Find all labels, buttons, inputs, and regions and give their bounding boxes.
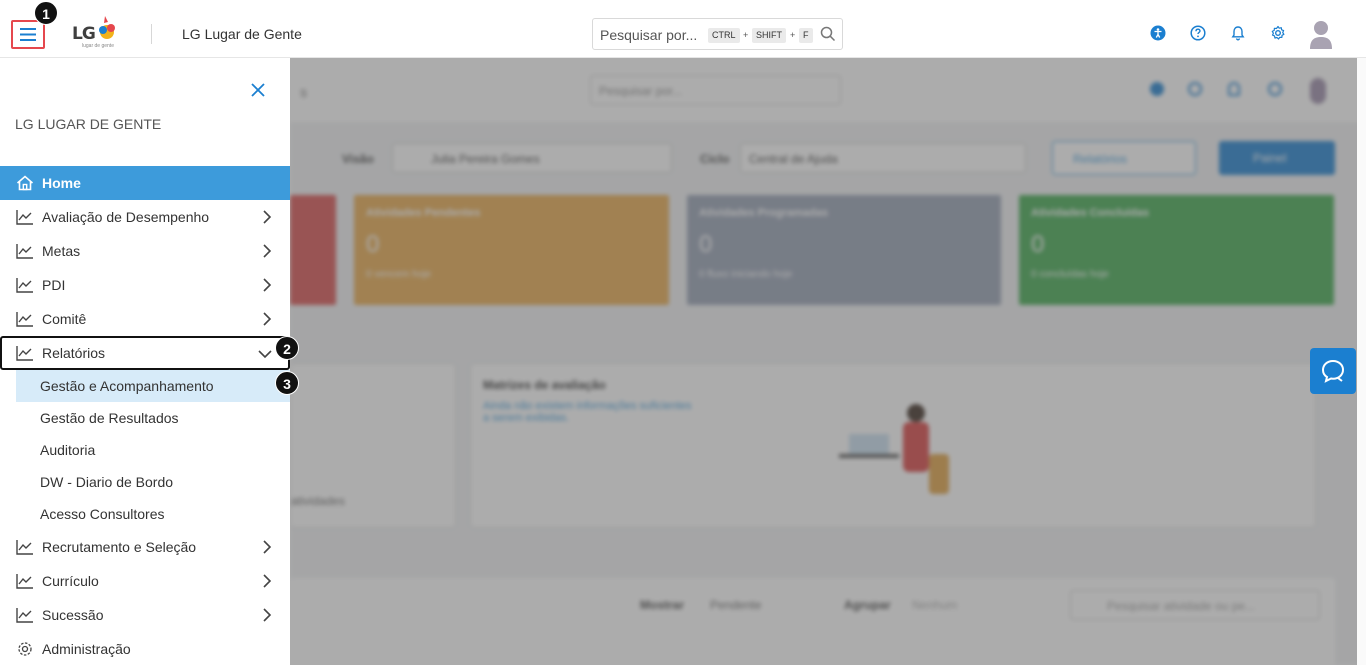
nav-item-label: Comitê: [42, 311, 87, 327]
chart-line-icon: [16, 608, 33, 623]
chat-button[interactable]: [1310, 348, 1356, 394]
subnav-item-acesso-consultores[interactable]: Acesso Consultores: [16, 498, 290, 530]
company-name: LG LUGAR DE GENTE: [15, 116, 162, 132]
subnav-item-label: Gestão de Resultados: [40, 410, 179, 426]
chart-line-icon: [16, 540, 33, 555]
chevron-right-icon: [263, 312, 272, 326]
nav-item-home[interactable]: Home: [0, 166, 290, 200]
subnav-item-gestao-de-resultados[interactable]: Gestão de Resultados: [16, 402, 290, 434]
annotation-badge-2: 2: [275, 336, 299, 360]
global-search[interactable]: Pesquisar por... CTRL + SHIFT + F: [592, 18, 843, 50]
nav-item-label: Recrutamento e Seleção: [42, 539, 197, 555]
hamburger-icon: [20, 28, 36, 41]
chat-icon: [1321, 359, 1345, 383]
chart-line-icon: [16, 574, 33, 589]
chevron-right-icon: [263, 574, 272, 588]
search-icon[interactable]: [820, 26, 836, 42]
nav-item-label: Administração: [42, 641, 131, 657]
subnav-item-dw-diario-de-bordo[interactable]: DW - Diario de Bordo: [16, 466, 290, 498]
page-scrollbar[interactable]: [1357, 0, 1366, 665]
nav-item-pdi[interactable]: PDI: [0, 268, 290, 302]
nav-item-label: PDI: [42, 277, 66, 293]
menu-toggle-button[interactable]: [11, 20, 45, 49]
help-icon[interactable]: [1190, 25, 1206, 41]
chevron-right-icon: [263, 244, 272, 258]
nav-item-recrutamento-e-selecao[interactable]: Recrutamento e Seleção: [0, 530, 290, 564]
chart-line-icon: [16, 346, 33, 361]
chart-line-icon: [16, 244, 33, 259]
kbd-shift: SHIFT: [752, 28, 786, 43]
nav-item-label: Metas: [42, 243, 81, 259]
kbd-plus: +: [790, 30, 796, 40]
nav-item-label: Relatórios: [42, 345, 106, 361]
logo-subtext: lugar de gente: [82, 43, 114, 49]
nav-item-avaliacao-de-desempenho[interactable]: Avaliação de Desempenho: [0, 200, 290, 234]
kbd-ctrl: CTRL: [708, 28, 740, 43]
nav-item-comite[interactable]: Comitê: [0, 302, 290, 336]
chart-line-icon: [16, 312, 33, 327]
kbd-f: F: [799, 28, 813, 43]
nav-item-label: Avaliação de Desempenho: [42, 209, 210, 225]
annotation-badge-1: 1: [34, 1, 58, 25]
logo-mark-icon: [99, 16, 115, 39]
header-divider: [151, 24, 152, 44]
nav-item-label: Home: [42, 175, 81, 191]
subnav-item-auditoria[interactable]: Auditoria: [16, 434, 290, 466]
chevron-right-icon: [263, 608, 272, 622]
nav-item-administracao[interactable]: Administração: [0, 632, 290, 665]
gear-icon[interactable]: [1270, 25, 1286, 41]
home-icon: [16, 175, 34, 191]
nav-item-metas[interactable]: Metas: [0, 234, 290, 268]
subnav-item-label: DW - Diario de Bordo: [40, 474, 174, 490]
kbd-plus: +: [743, 30, 749, 40]
modal-overlay[interactable]: [290, 58, 1366, 665]
gear-icon: [18, 642, 32, 656]
nav-item-sucessao[interactable]: Sucessão: [0, 598, 290, 632]
nav-item-curriculo[interactable]: Currículo: [0, 564, 290, 598]
app-title: LG Lugar de Gente: [182, 26, 302, 42]
close-icon[interactable]: [250, 82, 266, 98]
search-input[interactable]: Pesquisar por...: [600, 27, 697, 43]
user-avatar[interactable]: [1309, 19, 1333, 49]
chevron-right-icon: [263, 278, 272, 292]
bell-icon[interactable]: [1230, 25, 1246, 41]
nav-item-relatorios[interactable]: Relatórios: [0, 336, 290, 370]
subnav-item-label: Acesso Consultores: [40, 506, 165, 522]
nav-item-label: Currículo: [42, 573, 99, 589]
top-bar: LG lugar de gente LG Lugar de Gente Pesq…: [0, 0, 1366, 58]
accessibility-icon[interactable]: [1150, 25, 1166, 41]
chevron-right-icon: [263, 540, 272, 554]
subnav-item-gestao-e-acompanhamento[interactable]: Gestão e Acompanhamento: [16, 370, 290, 402]
annotation-badge-3: 3: [275, 371, 299, 395]
chevron-right-icon: [263, 210, 272, 224]
subnav-item-label: Auditoria: [40, 442, 96, 458]
company-logo[interactable]: LG lugar de gente: [70, 14, 118, 52]
logo-text: LG: [72, 24, 96, 44]
chart-line-icon: [16, 210, 33, 225]
chevron-down-icon: [258, 350, 272, 359]
nav-item-label: Sucessão: [42, 607, 104, 623]
subnav-item-label: Gestão e Acompanhamento: [40, 378, 214, 394]
chart-line-icon: [16, 278, 33, 293]
side-navigation-drawer: LG LUGAR DE GENTE Home Avaliação de Dese…: [0, 58, 290, 665]
